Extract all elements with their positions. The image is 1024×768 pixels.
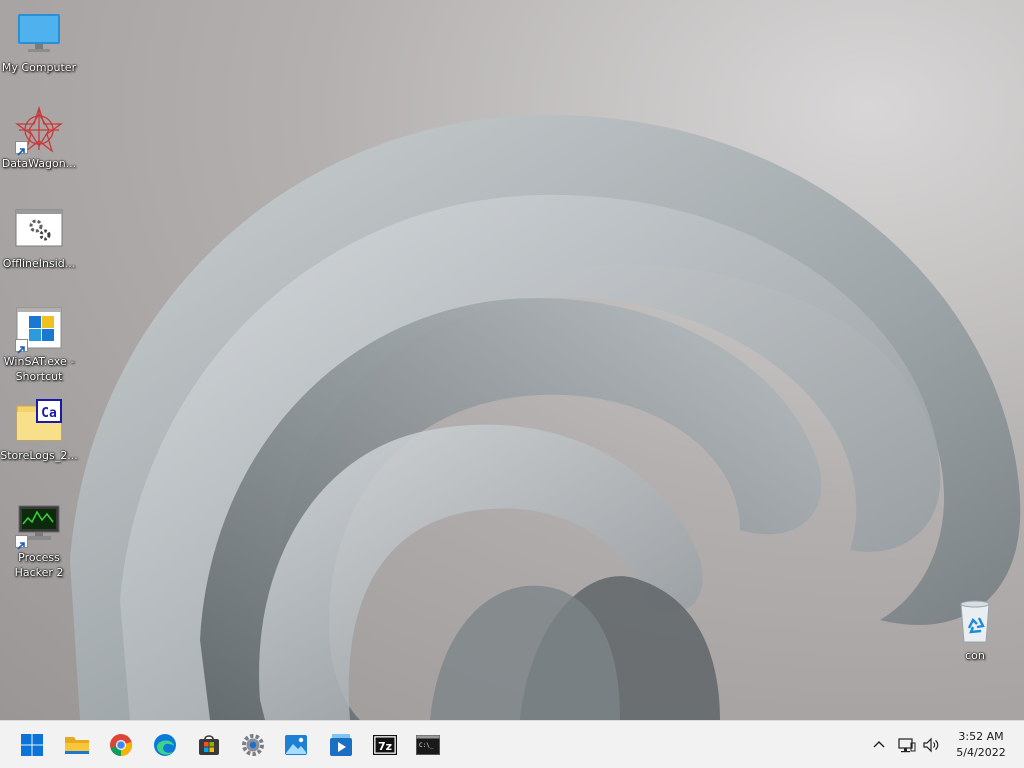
svg-text:C:\_: C:\_ — [419, 742, 434, 749]
desktop-icon-label: DataWagon... — [1, 157, 77, 170]
7zip-button[interactable]: 7z — [367, 727, 403, 763]
media-player-button[interactable] — [323, 727, 359, 763]
gears-window-icon — [15, 206, 63, 254]
desktop-icon-recycle-bin[interactable]: con — [936, 598, 1014, 663]
recycle-bin-icon — [951, 598, 999, 646]
desktop-icon-my-computer[interactable]: My Computer — [0, 10, 78, 75]
volume-icon — [923, 737, 939, 753]
show-hidden-icons-button[interactable] — [868, 733, 890, 757]
winsat-icon — [15, 304, 63, 354]
svg-text:7z: 7z — [378, 740, 392, 753]
desktop-icon-label: My Computer — [1, 61, 77, 74]
chrome-button[interactable] — [103, 727, 139, 763]
file-explorer-button[interactable] — [59, 727, 95, 763]
clock-date: 5/4/2022 — [956, 746, 1006, 759]
file-explorer-icon — [65, 737, 89, 754]
windows-start-icon — [21, 734, 43, 756]
process-monitor-icon — [15, 500, 63, 550]
desktop-icon-label: WinSAT.exe - Shortcut — [3, 355, 75, 383]
shortcut-arrow-icon — [15, 535, 28, 550]
settings-gear-icon — [242, 734, 264, 756]
microsoft-store-button[interactable] — [191, 727, 227, 763]
monitor-icon — [15, 10, 63, 58]
desktop-icon-label: StoreLogs_2... — [0, 449, 78, 462]
desktop-icon-offlineinsider[interactable]: OfflineInsid... — [0, 206, 78, 271]
desktop-icon-winsat-shortcut[interactable]: WinSAT.exe - Shortcut — [0, 304, 78, 384]
terminal-icon: C:\_ — [416, 735, 440, 755]
desktop-icon-label: Process Hacker 2 — [14, 551, 64, 579]
settings-button[interactable] — [235, 727, 271, 763]
edge-icon — [154, 734, 176, 756]
photos-button[interactable] — [278, 727, 314, 763]
desktop-icon-datawagon[interactable]: DataWagon... — [0, 105, 78, 171]
clock-time: 3:52 AM — [958, 730, 1004, 743]
media-player-icon — [330, 734, 352, 756]
shortcut-arrow-icon — [15, 339, 28, 354]
taskbar: 7z C:\_ 3:52 AM 5/4/2022 — [0, 720, 1024, 768]
chrome-icon — [110, 734, 132, 756]
store-icon — [199, 735, 219, 755]
terminal-button[interactable]: C:\_ — [410, 727, 446, 763]
desktop-icon-label: OfflineInsid... — [2, 257, 76, 270]
svg-text:Ca: Ca — [41, 406, 57, 421]
edge-button[interactable] — [147, 727, 183, 763]
network-icon — [898, 738, 916, 753]
desktop-icon-process-hacker[interactable]: Process Hacker 2 — [0, 500, 78, 580]
red-star-icon — [14, 105, 64, 156]
desktop-icon-label: con — [965, 649, 985, 662]
volume-button[interactable] — [920, 733, 942, 757]
7zip-icon: 7z — [373, 735, 397, 755]
photos-icon — [285, 735, 307, 755]
desktop-icon-storelogs[interactable]: Ca StoreLogs_2... — [0, 398, 78, 463]
wallpaper-bloom — [70, 114, 1021, 720]
chevron-up-icon — [873, 741, 885, 748]
network-button[interactable] — [896, 733, 918, 757]
clock[interactable]: 3:52 AM 5/4/2022 — [948, 729, 1014, 761]
shortcut-arrow-icon — [15, 141, 28, 156]
folder-icon: Ca — [15, 398, 63, 446]
desktop: My Computer DataWagon... OfflineInsid...… — [0, 0, 1024, 720]
start-button[interactable] — [14, 727, 50, 763]
